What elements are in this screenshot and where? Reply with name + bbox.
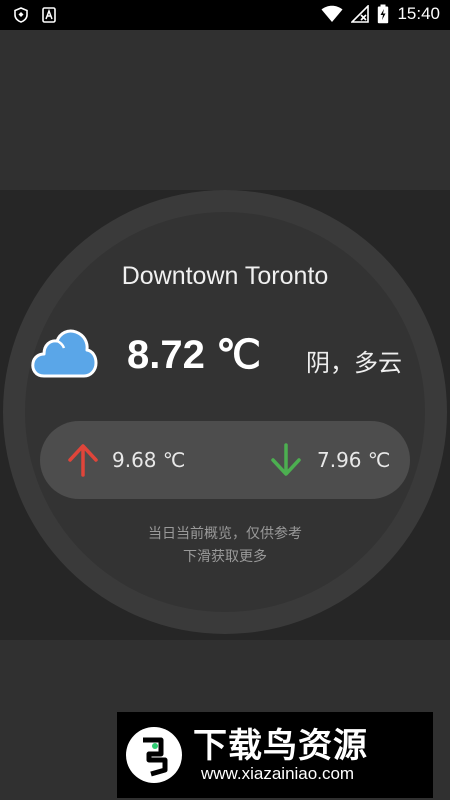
bird-logo-icon [126,727,182,783]
watermark-url: www.xiazainiao.com [201,764,355,783]
status-right-icons: 15:40 [321,4,440,24]
weather-condition: 阴，多云 [306,349,402,377]
status-left-icons [14,7,56,23]
letter-a-icon [42,7,56,23]
city-name: Downtown Toronto [121,262,329,290]
swipe-hint[interactable]: 下滑获取更多 [0,546,450,566]
arrow-up-icon [68,444,98,477]
wifi-icon [321,5,343,22]
signal-off-icon [351,5,370,23]
arrow-down-icon [271,443,301,476]
high-temperature: 9.68 ℃ [112,448,186,472]
status-bar: 15:40 [0,0,450,30]
watermark-name: 下载鸟资源 [193,726,368,766]
cloud-icon [31,329,98,378]
watermark: 下载鸟资源 www.xiazainiao.com [117,712,433,798]
overview-note: 当日当前概览，仅供参考 [148,526,302,542]
current-temperature: 8.72 ℃ [127,333,261,377]
battery-charging-icon [378,4,389,24]
status-time: 15:40 [397,4,440,23]
shield-icon [14,7,28,23]
low-temperature: 7.96 ℃ [317,448,391,472]
